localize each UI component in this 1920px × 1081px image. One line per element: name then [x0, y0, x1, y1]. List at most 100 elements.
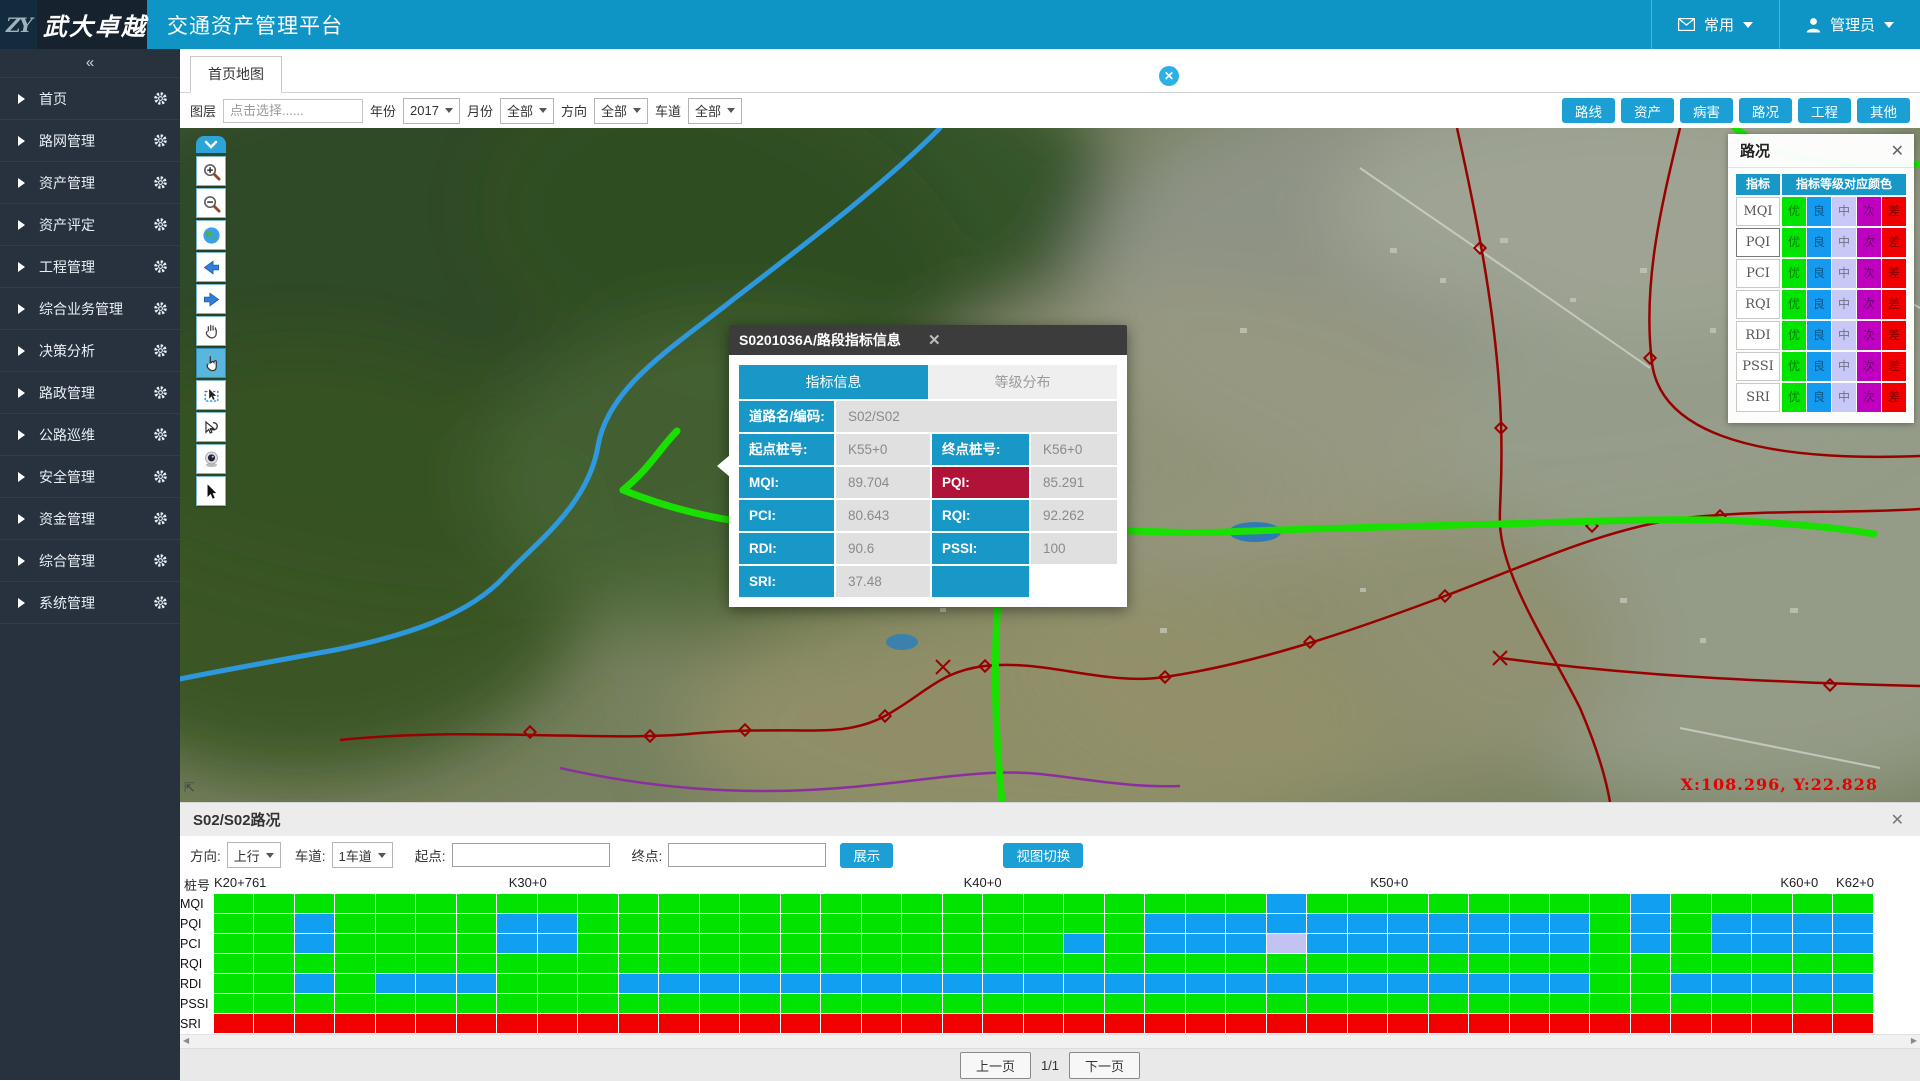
- gear-icon[interactable]: [153, 553, 168, 568]
- heatmap-cell: [1429, 934, 1469, 954]
- sidebar-item[interactable]: 路网管理: [0, 120, 180, 162]
- scroll-left-icon[interactable]: ◀: [180, 1035, 192, 1047]
- heatmap-cell: [1550, 954, 1590, 974]
- forward-extent-button[interactable]: [196, 284, 226, 314]
- stake-axis-label: 桩号: [184, 875, 210, 894]
- legend-indicator-button[interactable]: PQI: [1736, 228, 1780, 257]
- gear-icon[interactable]: [153, 91, 168, 106]
- quick-menu[interactable]: 常用: [1651, 0, 1779, 49]
- prev-page-button[interactable]: 上一页: [960, 1052, 1031, 1079]
- sidebar-item[interactable]: 综合业务管理: [0, 288, 180, 330]
- tab-home-map[interactable]: 首页地图: [190, 56, 282, 93]
- toolbar-collapse-tab[interactable]: [196, 136, 226, 153]
- view-switch-button[interactable]: 视图切换: [1003, 843, 1083, 868]
- sidebar-item[interactable]: 决策分析: [0, 330, 180, 372]
- popup-tab-indicator-info[interactable]: 指标信息: [739, 365, 928, 399]
- heatmap-cell: [1671, 894, 1711, 914]
- legend-close-icon[interactable]: ✕: [1891, 141, 1904, 161]
- sidebar-item[interactable]: 资产评定: [0, 204, 180, 246]
- heatmap-cell: [1267, 914, 1307, 934]
- gear-icon[interactable]: [153, 343, 168, 358]
- sidebar-item[interactable]: 公路巡维: [0, 414, 180, 456]
- heatmap-cell: [1024, 914, 1064, 934]
- layer-button-condition[interactable]: 路况: [1739, 98, 1792, 123]
- pan-button[interactable]: [196, 316, 226, 346]
- heatmap-cell: [1550, 974, 1590, 994]
- popup-cell-label: 起点桩号:: [739, 434, 834, 465]
- sidebar-item-label: 资产管理: [39, 173, 153, 193]
- heatmap-cell: [781, 994, 821, 1014]
- scroll-right-icon[interactable]: ▶: [1908, 1035, 1920, 1047]
- bp-lane-select[interactable]: 1车道: [332, 842, 393, 868]
- legend-indicator-button[interactable]: PCI: [1736, 259, 1780, 288]
- layer-button-other[interactable]: 其他: [1857, 98, 1910, 123]
- locate-button[interactable]: [196, 444, 226, 474]
- sidebar-collapse-button[interactable]: «: [0, 49, 180, 78]
- sidebar-item[interactable]: 安全管理: [0, 456, 180, 498]
- gear-icon[interactable]: [153, 427, 168, 442]
- sidebar-item[interactable]: 资产管理: [0, 162, 180, 204]
- legend-indicator-button[interactable]: RDI: [1736, 321, 1780, 350]
- layer-button-route[interactable]: 路线: [1562, 98, 1615, 123]
- bp-start-input[interactable]: [452, 843, 610, 867]
- legend-indicator-button[interactable]: MQI: [1736, 197, 1780, 226]
- stake-tick-label: K40+0: [964, 875, 1002, 890]
- full-extent-button[interactable]: [196, 220, 226, 250]
- expand-arrow-icon: [18, 178, 25, 188]
- sidebar-item[interactable]: 路政管理: [0, 372, 180, 414]
- sidebar-item[interactable]: 系统管理: [0, 582, 180, 624]
- direction-select[interactable]: 全部: [594, 98, 648, 124]
- gear-icon[interactable]: [153, 511, 168, 526]
- gear-icon[interactable]: [153, 385, 168, 400]
- heatmap-scrollbar[interactable]: ◀ ▶: [180, 1034, 1920, 1048]
- show-button[interactable]: 展示: [840, 843, 893, 868]
- gear-icon[interactable]: [153, 301, 168, 316]
- next-page-button[interactable]: 下一页: [1069, 1052, 1140, 1079]
- zoom-in-button[interactable]: [196, 156, 226, 186]
- identify-button[interactable]: [196, 380, 226, 410]
- layer-button-asset[interactable]: 资产: [1621, 98, 1674, 123]
- heatmap-cell: [659, 954, 699, 974]
- layer-select-input[interactable]: [223, 99, 363, 123]
- gear-icon[interactable]: [153, 469, 168, 484]
- heatmap-cell: [1793, 894, 1833, 914]
- clear-selection-button[interactable]: [196, 412, 226, 442]
- back-extent-button[interactable]: [196, 252, 226, 282]
- layer-button-damage[interactable]: 病害: [1680, 98, 1733, 123]
- legend-indicator-button[interactable]: SRI: [1736, 383, 1780, 412]
- heatmap-cell: [1793, 934, 1833, 954]
- sidebar-item[interactable]: 综合管理: [0, 540, 180, 582]
- gear-icon[interactable]: [153, 175, 168, 190]
- popup-close-icon[interactable]: ✕: [928, 331, 1117, 349]
- legend-indicator-button[interactable]: PSSI: [1736, 352, 1780, 381]
- gear-icon[interactable]: [153, 259, 168, 274]
- legend-indicator-button[interactable]: RQI: [1736, 290, 1780, 319]
- legend-grade-swatch: 差: [1882, 228, 1906, 257]
- bp-end-input[interactable]: [668, 843, 826, 867]
- month-select[interactable]: 全部: [500, 98, 554, 124]
- sidebar-item[interactable]: 工程管理: [0, 246, 180, 288]
- pagination: 上一页 1/1 下一页: [180, 1048, 1920, 1081]
- popup-tab-grade-distribution[interactable]: 等级分布: [928, 365, 1117, 399]
- gear-icon[interactable]: [153, 595, 168, 610]
- heatmap-cell: [740, 954, 780, 974]
- bottom-panel-close-icon[interactable]: ✕: [1891, 810, 1904, 830]
- user-menu[interactable]: 管理员: [1779, 0, 1920, 49]
- heatmap-row: [214, 954, 1874, 974]
- sidebar-item[interactable]: 首页: [0, 78, 180, 120]
- pointer-button[interactable]: [196, 476, 226, 506]
- map-canvas[interactable]: 路况 ✕ 指标 指标等级对应颜色 MQI优良中次差PQI优良中次差PCI优良中次…: [180, 128, 1920, 802]
- sidebar-item[interactable]: 资金管理: [0, 498, 180, 540]
- gear-icon[interactable]: [153, 133, 168, 148]
- select-hand-button[interactable]: [196, 348, 226, 378]
- resize-handle-icon[interactable]: ⇱: [184, 780, 195, 796]
- heatmap-cell: [619, 1014, 659, 1034]
- lane-select[interactable]: 全部: [688, 98, 742, 124]
- popup-row: SRI:37.48: [739, 566, 1117, 597]
- tab-close-button[interactable]: ✕: [1159, 66, 1179, 86]
- year-select[interactable]: 2017: [403, 98, 460, 124]
- bp-direction-select[interactable]: 上行: [227, 842, 281, 868]
- layer-button-project[interactable]: 工程: [1798, 98, 1851, 123]
- zoom-out-button[interactable]: [196, 188, 226, 218]
- gear-icon[interactable]: [153, 217, 168, 232]
